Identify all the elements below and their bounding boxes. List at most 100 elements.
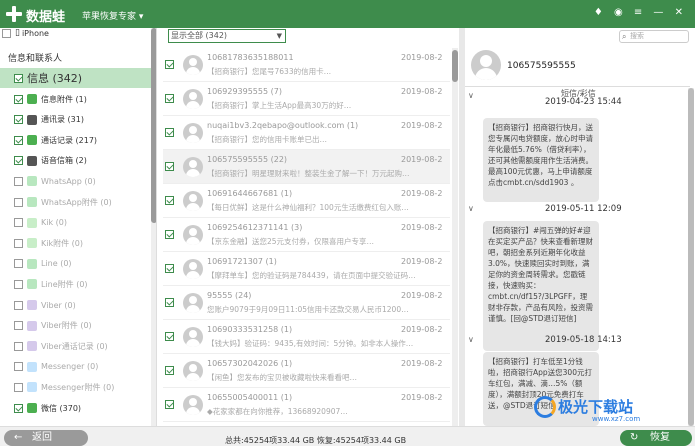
thread-checkbox[interactable] (165, 60, 174, 69)
sidebar-item[interactable]: Viber通话记录 (0) (0, 337, 156, 355)
list-scrollbar[interactable] (452, 48, 458, 426)
sidebar-item[interactable]: Line (0) (0, 255, 156, 273)
window-controls[interactable]: ♦ ◉ ≡ — ✕ (594, 7, 687, 18)
sidebar-item[interactable]: Line附件 (0) (0, 275, 156, 293)
messages-checkbox[interactable] (14, 73, 23, 83)
item-checkbox[interactable] (14, 115, 23, 125)
item-checkbox[interactable] (14, 341, 23, 351)
chevron-down-icon[interactable]: ∨ (468, 335, 474, 344)
thread-checkbox[interactable] (165, 400, 174, 409)
message-thread-row[interactable]: 10681783635188011 2019-08-2 【招商银行】您尾号7633的… (163, 48, 450, 82)
app-name: 数据蛙 (26, 10, 66, 25)
detail-scrollbar[interactable] (688, 88, 694, 426)
message-bubble[interactable]: 【招商银行】#闯五弹的好#迎在买定买产品？快来查看新理财吧，朝招金系列近期年化收… (483, 221, 599, 351)
filter-dropdown[interactable]: 显示全部 (342) ▼ (168, 29, 286, 43)
watermark: 极光下载站 www.xz7.com (558, 396, 640, 423)
device-row[interactable]: ▯ iPhone (2, 28, 156, 42)
category-icon (27, 279, 37, 290)
item-checkbox[interactable] (14, 238, 23, 248)
item-checkbox[interactable] (14, 382, 23, 392)
item-checkbox[interactable] (14, 403, 23, 413)
sidebar-item[interactable]: Messenger (0) (0, 358, 156, 376)
device-checkbox[interactable] (2, 28, 11, 38)
sidebar-item-label: Viber附件 (0) (41, 321, 92, 331)
thread-checkbox[interactable] (165, 128, 174, 137)
thread-checkbox[interactable] (165, 196, 174, 205)
restore-icon: ↻ (630, 432, 639, 443)
detail-scroll-thumb[interactable] (688, 88, 694, 426)
sidebar-item[interactable]: 微信 (370) (0, 399, 156, 417)
message-thread-row[interactable]: 10657302042026 (1) 2019-08-2 【闲鱼】您发布的宝贝被收藏… (163, 354, 450, 388)
sidebar-item[interactable]: 信息附件 (1) (0, 90, 156, 108)
item-checkbox[interactable] (14, 94, 23, 104)
avatar (183, 259, 203, 279)
thread-title: nuqai1bv3.2qebapo@outlook.com (1) (207, 121, 359, 130)
message-thread-row[interactable]: 95555 (24) 2019-08-2 您账户9079于9月09日11:05信用卡… (163, 286, 450, 320)
message-bubble[interactable]: 【招商银行】招商银行快月，送您专属闪电贷额度，放心时申请年化最低5.76%（借贷… (483, 118, 599, 202)
message-thread-row[interactable]: nuqai1bv3.2qebapo@outlook.com (1) 2019-08… (163, 116, 450, 150)
item-checkbox[interactable] (14, 321, 23, 331)
sidebar-item-label: 信息附件 (1) (41, 94, 87, 104)
message-thread-row[interactable]: 1069254612371141 (3) 2019-08-2 【京东金融】送您25元… (163, 218, 450, 252)
item-checkbox[interactable] (14, 176, 23, 186)
thread-checkbox[interactable] (165, 94, 174, 103)
sidebar-item[interactable]: Messenger附件 (0) (0, 378, 156, 396)
item-checkbox[interactable] (14, 135, 23, 145)
sidebar-item[interactable]: Kik (0) (0, 214, 156, 232)
message-thread-row[interactable]: 10691721307 (1) 2019-08-2 【摩拜单车】您的验证码是7844… (163, 252, 450, 286)
item-checkbox[interactable] (14, 259, 23, 269)
message-thread-row[interactable]: 10690333531258 (1) 2019-08-2 【钱大妈】验证码：9435… (163, 320, 450, 354)
sidebar-item[interactable]: 通话记录 (217) (0, 131, 156, 149)
thread-preview: 【招商银行】您的信用卡账单已出… (207, 135, 327, 144)
thread-checkbox[interactable] (165, 264, 174, 273)
category-icon (27, 320, 37, 331)
back-arrow-icon: ← (14, 432, 23, 443)
sidebar-item[interactable]: Viber附件 (0) (0, 317, 156, 335)
avatar (183, 327, 203, 347)
device-name: iPhone (21, 28, 49, 38)
item-checkbox[interactable] (14, 156, 23, 166)
thread-date: 2019-08-2 (401, 121, 443, 130)
sidebar-item[interactable]: Viber (0) (0, 296, 156, 314)
sidebar-item[interactable]: 通讯录 (31) (0, 111, 156, 129)
sidebar-item[interactable]: WhatsApp (0) (0, 172, 156, 190)
item-checkbox[interactable] (14, 197, 23, 207)
thread-date: 2019-08-2 (401, 87, 443, 96)
thread-checkbox[interactable] (165, 298, 174, 307)
watermark-text: 极光下载站 (558, 398, 634, 416)
thread-checkbox[interactable] (165, 366, 174, 375)
item-checkbox[interactable] (14, 279, 23, 289)
thread-preview: 【招商银行】掌上生活App最高30万的好… (207, 101, 352, 110)
sidebar-item[interactable]: WhatsApp附件 (0) (0, 193, 156, 211)
search-input[interactable]: ⌕ 搜索 (619, 30, 689, 43)
sidebar-item-messages[interactable]: 信息 (342) (0, 68, 156, 88)
thread-preview: ◆花家家都在向你推荐，13668920907… (207, 407, 348, 416)
message-thread-row[interactable]: 106929395555 (7) 2019-08-2 【招商银行】掌上生活App最高… (163, 82, 450, 116)
item-checkbox[interactable] (14, 300, 23, 310)
restore-button[interactable]: ↻ 恢复 (620, 430, 692, 446)
message-thread-row[interactable]: 106575595555 (22) 2019-08-2 【招商银行】明星理财来啦！整… (163, 150, 450, 184)
message-thread-row[interactable]: 10691644667681 (1) 2019-08-2 【每日优鲜】这是什么神仙福… (163, 184, 450, 218)
sidebar-scrollbar[interactable] (151, 28, 156, 426)
chevron-down-icon[interactable]: ∨ (468, 91, 474, 100)
chevron-down-icon[interactable]: ∨ (468, 204, 474, 213)
thread-checkbox[interactable] (165, 332, 174, 341)
sidebar-item[interactable]: 语音信箱 (2) (0, 152, 156, 170)
watermark-logo-icon (534, 396, 556, 418)
back-button[interactable]: ← 返回 (4, 430, 88, 446)
message-thread-row[interactable]: 10655005400011 (1) 2019-08-2 ◆花家家都在向你推荐，13… (163, 388, 450, 422)
thread-checkbox[interactable] (165, 162, 174, 171)
app-product-menu[interactable]: 苹果恢复专家 ▾ (82, 9, 143, 22)
thread-title: 10691644667681 (1) (207, 189, 293, 198)
thread-title: 95555 (24) (207, 291, 252, 300)
sidebar-scroll-thumb[interactable] (151, 28, 156, 223)
category-icon (27, 176, 37, 187)
thread-checkbox[interactable] (165, 230, 174, 239)
item-checkbox[interactable] (14, 218, 23, 228)
thread-title: 10657302042026 (1) (207, 359, 293, 368)
list-scroll-thumb[interactable] (452, 50, 458, 82)
sidebar-item[interactable]: Kik附件 (0) (0, 234, 156, 252)
sidebar-item-label: WhatsApp (0) (41, 176, 96, 186)
thread-preview: 【钱大妈】验证码：9435,有效时间：5分钟。如非本人操作… (207, 339, 414, 348)
item-checkbox[interactable] (14, 362, 23, 372)
